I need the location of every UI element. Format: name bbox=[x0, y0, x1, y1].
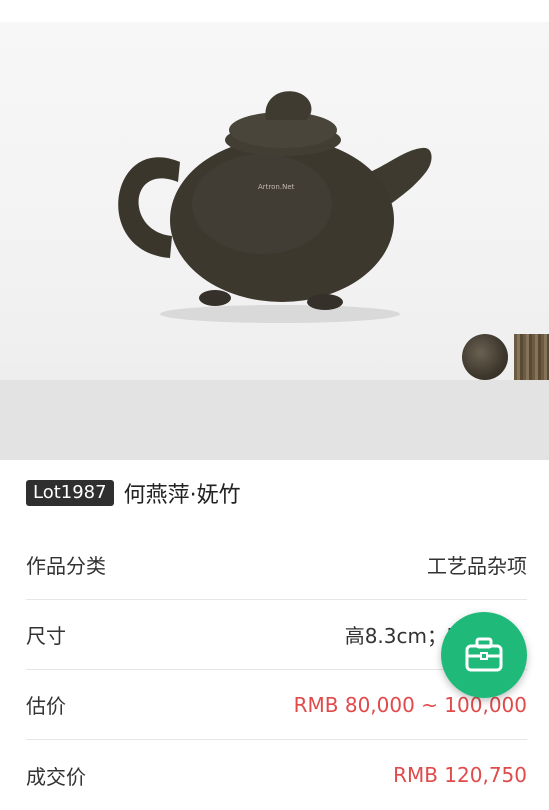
image-caption-band bbox=[0, 380, 549, 460]
briefcase-icon bbox=[465, 637, 503, 672]
lot-title-row: Lot1987 何燕萍·妩竹 bbox=[26, 476, 241, 510]
lot-photo[interactable]: Artron.Net bbox=[0, 22, 549, 380]
thumbnail-1[interactable] bbox=[462, 334, 508, 380]
watermark-text: Artron.Net bbox=[258, 183, 295, 191]
thumbnail-2[interactable] bbox=[514, 334, 549, 380]
top-bar bbox=[0, 0, 549, 22]
lot-number-badge: Lot1987 bbox=[26, 480, 114, 506]
detail-label: 估价 bbox=[26, 694, 66, 718]
teapot-image: Artron.Net bbox=[118, 91, 432, 323]
detail-value: RMB 120,750 bbox=[393, 763, 527, 787]
detail-label: 作品分类 bbox=[26, 554, 106, 578]
lot-title: 何燕萍·妩竹 bbox=[123, 483, 241, 508]
detail-value: 工艺品杂项 bbox=[427, 554, 527, 578]
detail-label: 尺寸 bbox=[26, 624, 66, 648]
briefcase-fab-button[interactable] bbox=[441, 612, 527, 698]
detail-row-category: 作品分类 工艺品杂项 bbox=[26, 530, 527, 600]
detail-label: 成交价 bbox=[26, 764, 86, 789]
